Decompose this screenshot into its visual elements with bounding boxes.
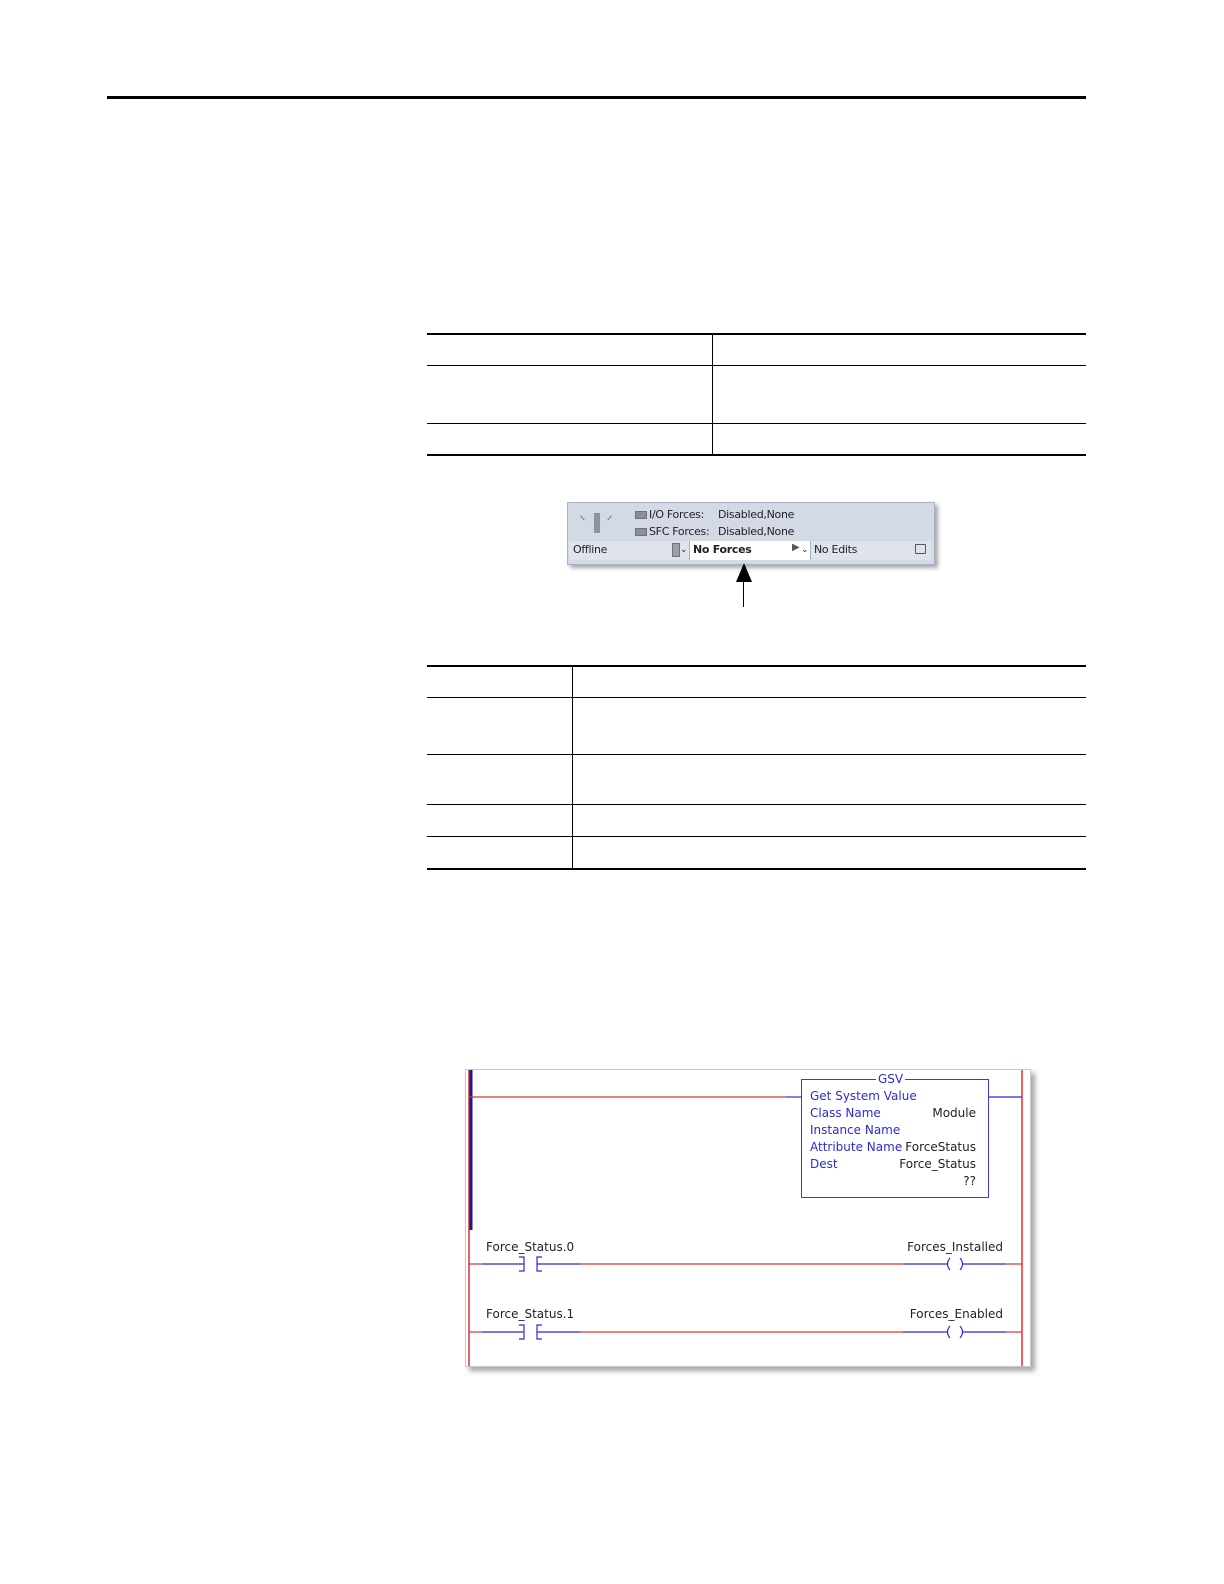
gsv-dest-data-value: ??: [963, 1174, 976, 1188]
coil-1-right[interactable]: [959, 1325, 964, 1339]
gsv-title: GSV: [876, 1072, 906, 1086]
gsv-attribute-name-label: Attribute Name: [810, 1140, 903, 1154]
sfc-forces-indicator-icon: [635, 528, 647, 536]
gsv-class-name-label: Class Name: [810, 1106, 881, 1120]
coil-1-left[interactable]: [946, 1325, 951, 1339]
controller-mode[interactable]: Offline: [573, 543, 607, 556]
gsv-name: Get System Value: [810, 1089, 917, 1103]
table-row-rule: [427, 836, 1086, 837]
status-bottom-row: Offline ⌄ No Forces ▶ ⌄ No Edits: [569, 541, 931, 560]
table-bottom-rule: [427, 454, 1086, 456]
callout-arrow-head: [736, 563, 752, 582]
forces-status-cell[interactable]: No Forces ▶ ⌄: [690, 541, 810, 560]
controller-status-bar: I/O Forces: Disabled,None SFC Forces: Di…: [567, 502, 935, 565]
table-bottom-rule: [427, 868, 1086, 870]
gsv-instruction-box[interactable]: GSV Get System Value Class Name Module I…: [801, 1072, 989, 1198]
controller-lamp-icon: [594, 513, 600, 533]
ladder-logic-figure: GSV Get System Value Class Name Module I…: [465, 1069, 1031, 1367]
play-dropdown-icon[interactable]: ▶: [792, 542, 800, 553]
table-column-divider: [712, 334, 713, 455]
contact-0-tag[interactable]: Force_Status.0: [486, 1240, 574, 1254]
callout-arrow-stem: [743, 580, 744, 607]
table-bottom: [427, 665, 1086, 871]
contact-1-tag[interactable]: Force_Status.1: [486, 1307, 574, 1321]
chevron-down-icon[interactable]: ⌄: [680, 545, 688, 555]
io-forces-indicator-icon: [635, 511, 647, 519]
gsv-dest-value[interactable]: Force_Status: [899, 1157, 976, 1171]
header-rule: [107, 96, 1086, 99]
table-column-divider: [572, 666, 573, 869]
table-row-rule: [427, 754, 1086, 755]
table-top: [427, 333, 1086, 457]
io-forces-value: Disabled,None: [718, 508, 795, 521]
coil-0-right[interactable]: [959, 1257, 964, 1271]
gsv-dest-label: Dest: [810, 1157, 838, 1171]
gsv-instance-name-label: Instance Name: [810, 1123, 901, 1137]
lamp-ray: [607, 515, 612, 521]
sfc-forces-label: SFC Forces:: [649, 525, 710, 538]
coil-1-tag[interactable]: Forces_Enabled: [910, 1307, 1003, 1321]
edits-status[interactable]: No Edits: [814, 543, 857, 556]
gsv-attribute-name-value[interactable]: ForceStatus: [905, 1140, 976, 1154]
io-forces-label: I/O Forces:: [649, 508, 705, 521]
gsv-class-name-value[interactable]: Module: [932, 1106, 976, 1120]
sfc-forces-value: Disabled,None: [718, 525, 795, 538]
chevron-down-icon[interactable]: ⌄: [801, 545, 809, 555]
table-header-rule: [427, 365, 1086, 366]
lock-icon[interactable]: [915, 544, 926, 554]
status-separator: [810, 541, 811, 560]
table-top-rule: [427, 333, 1086, 335]
table-top-rule: [427, 665, 1086, 667]
coil-0-tag[interactable]: Forces_Installed: [907, 1240, 1003, 1254]
coil-0-left[interactable]: [946, 1257, 951, 1271]
lamp-ray: [580, 515, 585, 521]
forces-status[interactable]: No Forces: [693, 543, 752, 556]
table-row-rule: [427, 804, 1086, 805]
table-row-rule: [427, 423, 1086, 424]
table-header-rule: [427, 697, 1086, 698]
key-switch-icon[interactable]: [672, 543, 680, 557]
